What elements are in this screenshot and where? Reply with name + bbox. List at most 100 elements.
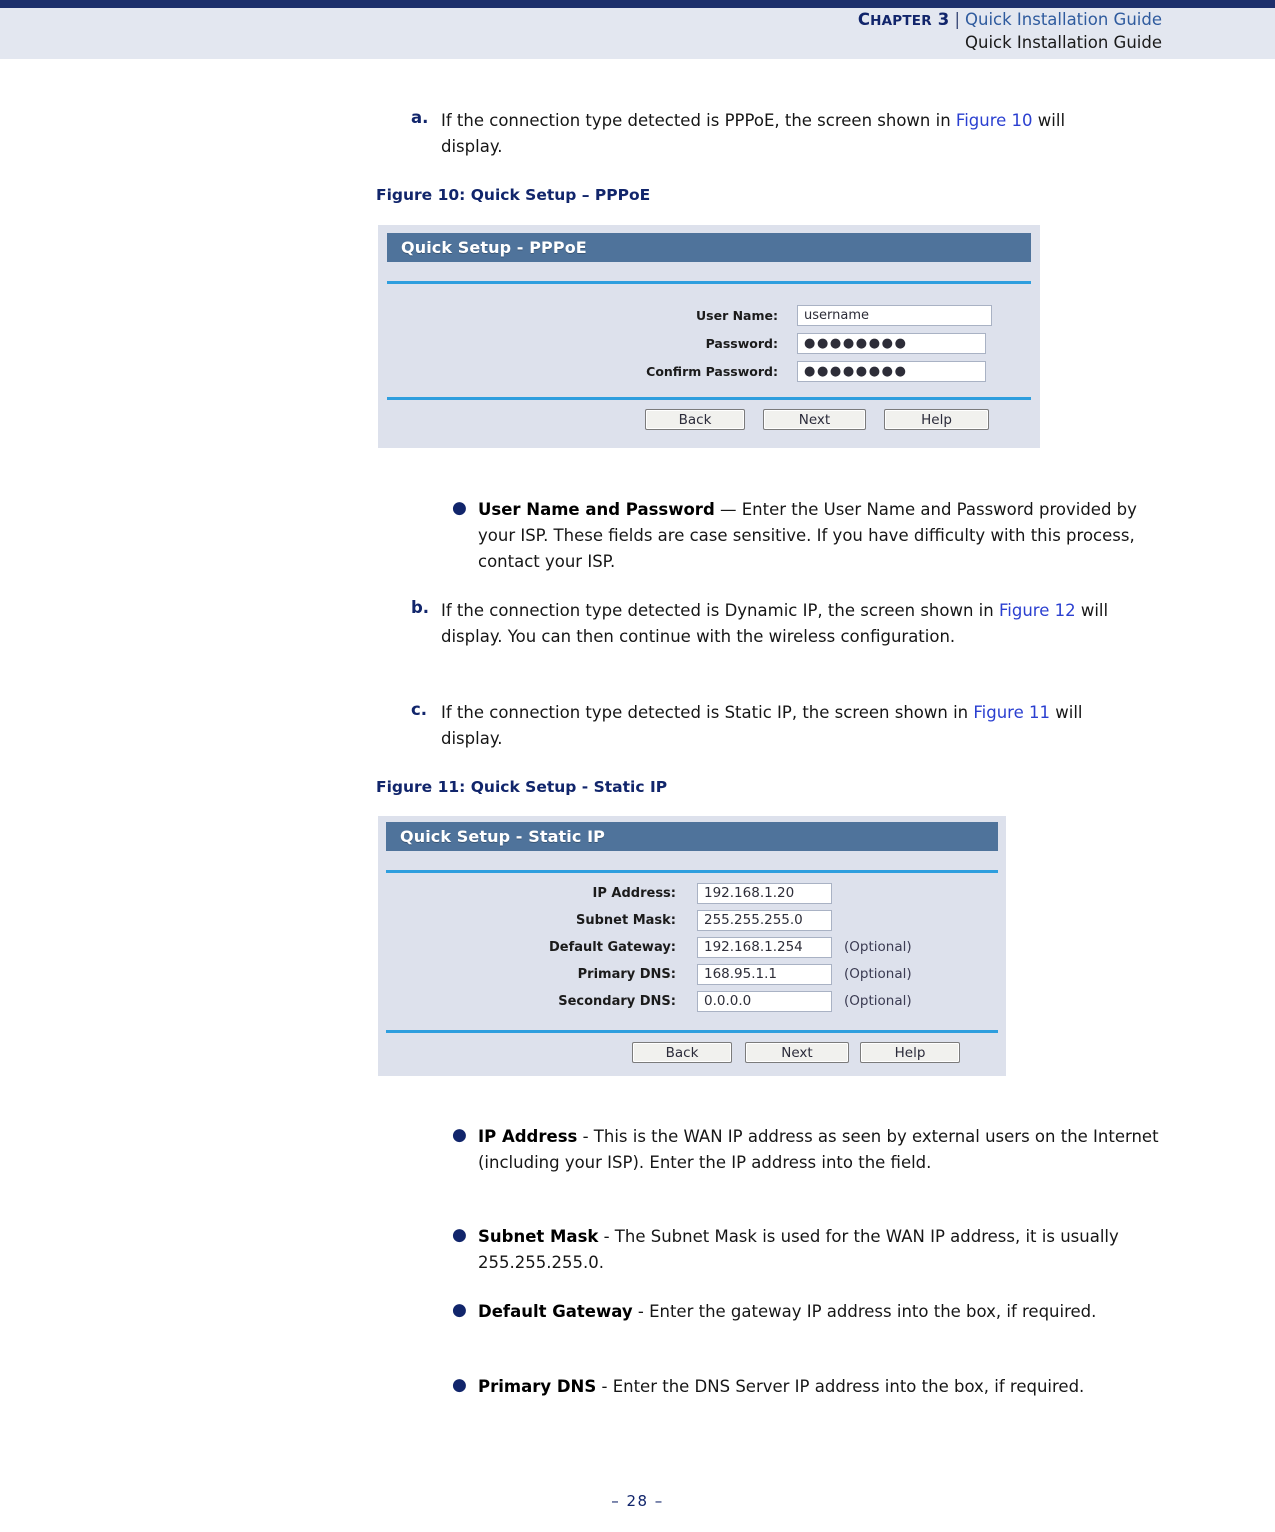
bullet-ip-address: ● IP Address - This is the WAN IP addres…	[452, 1124, 1167, 1176]
bullet-term: Primary DNS	[478, 1377, 597, 1396]
bullet-subnet-mask-text: Subnet Mask - The Subnet Mask is used fo…	[478, 1224, 1152, 1276]
staticip-field-row: Secondary DNS: 0.0.0.0 (Optional)	[508, 990, 988, 1012]
ip-address-input[interactable]: 192.168.1.20	[697, 882, 832, 904]
step-c-marker: c.	[411, 700, 428, 719]
step-b-marker: b.	[411, 598, 430, 617]
bullet-term: Subnet Mask	[478, 1227, 599, 1246]
pppoe-panel-titlebar: Quick Setup - PPPoE	[387, 233, 1031, 262]
pppoe-field-label: Password:	[705, 335, 778, 351]
pppoe-field-row: User Name: username	[628, 304, 1028, 326]
staticip-bottom-divider	[386, 1030, 998, 1033]
step-a-marker: a.	[411, 108, 429, 127]
back-button[interactable]: Back	[632, 1042, 732, 1063]
step-a: a. If the connection type detected is PP…	[411, 108, 1111, 160]
step-c-figure-link[interactable]: Figure 11	[973, 703, 1050, 722]
header-text-block: CHAPTER 3 | Quick Installation Guide Quick…	[858, 9, 1162, 54]
help-button[interactable]: Help	[884, 409, 989, 430]
page-footer: – 28 –	[611, 1492, 664, 1510]
secondary-dns-input[interactable]: 0.0.0.0	[697, 990, 832, 1012]
subnet-mask-input-value: 255.255.255.0	[704, 912, 803, 928]
password-input-value: ●●●●●●●●	[804, 335, 908, 351]
user-name-input[interactable]: username	[797, 304, 992, 326]
bullet-primary-dns-text: Primary DNS - Enter the DNS Server IP ad…	[478, 1374, 1084, 1400]
bullet-dot-icon: ●	[452, 1375, 467, 1395]
confirm-password-input[interactable]: ●●●●●●●●	[797, 360, 986, 382]
help-button[interactable]: Help	[860, 1042, 960, 1063]
staticip-field-label: Secondary DNS:	[558, 993, 676, 1009]
figure-10-screenshot: Quick Setup - PPPoE User Name: username …	[378, 225, 1040, 448]
next-button[interactable]: Next	[745, 1042, 849, 1063]
staticip-panel-title: Quick Setup - Static IP	[400, 827, 605, 846]
staticip-field-label: IP Address:	[592, 885, 676, 901]
header-running-title: Quick Installation Guide	[965, 32, 1162, 52]
password-input[interactable]: ●●●●●●●●	[797, 332, 986, 354]
figure-11-screenshot: Quick Setup - Static IP IP Address: 192.…	[378, 816, 1006, 1076]
step-c-body: If the connection type detected is Stati…	[441, 700, 1141, 752]
staticip-field-label: Default Gateway:	[548, 939, 676, 955]
step-b: b. If the connection type detected is Dy…	[411, 598, 1166, 650]
pppoe-field-label: User Name:	[696, 307, 778, 323]
staticip-field-label: Primary DNS:	[577, 966, 676, 982]
staticip-field-row: IP Address: 192.168.1.20	[508, 882, 988, 904]
pppoe-field-row: Confirm Password: ●●●●●●●●	[628, 360, 1028, 382]
step-a-figure-link[interactable]: Figure 10	[956, 111, 1033, 130]
ip-address-input-value: 192.168.1.20	[704, 885, 795, 901]
subnet-mask-input[interactable]: 255.255.255.0	[697, 909, 832, 931]
secondary-dns-input-value: 0.0.0.0	[704, 993, 752, 1009]
pppoe-panel-title: Quick Setup - PPPoE	[401, 238, 587, 257]
step-c: c. If the connection type detected is St…	[411, 700, 1141, 752]
bullet-dot-icon: ●	[452, 498, 467, 518]
staticip-field-row: Default Gateway: 192.168.1.254 (Optional…	[508, 936, 988, 958]
pppoe-field-row: Password: ●●●●●●●●	[628, 332, 1028, 354]
user-name-input-value: username	[804, 307, 869, 323]
step-b-body: If the connection type detected is Dynam…	[441, 598, 1166, 650]
bullet-term: User Name and Password	[478, 500, 715, 519]
header-guide-title: Quick Installation Guide	[965, 10, 1162, 29]
chapter-number: 3	[937, 10, 950, 29]
header-top-rule	[0, 0, 1275, 8]
default-gateway-input-value: 192.168.1.254	[704, 939, 803, 955]
bullet-term: IP Address	[478, 1127, 578, 1146]
staticip-button-row: Back Next Help	[632, 1042, 960, 1063]
staticip-field-row: Subnet Mask: 255.255.255.0	[508, 909, 988, 931]
primary-dns-input-value: 168.95.1.1	[704, 966, 777, 982]
bullet-body: - This is the WAN IP address as seen by …	[478, 1127, 1159, 1173]
bullet-body: - Enter the DNS Server IP address into t…	[596, 1377, 1085, 1396]
bullet-primary-dns: ● Primary DNS - Enter the DNS Server IP …	[452, 1374, 1167, 1400]
bullet-term: Default Gateway	[478, 1302, 633, 1321]
step-a-text-1: If the connection type detected is PPPoE…	[441, 111, 956, 130]
figure-10-caption: Figure 10: Quick Setup – PPPoE	[376, 186, 651, 204]
staticip-field-row: Primary DNS: 168.95.1.1 (Optional)	[508, 963, 988, 985]
bullet-subnet-mask: ● Subnet Mask - The Subnet Mask is used …	[452, 1224, 1152, 1276]
primary-dns-input[interactable]: 168.95.1.1	[697, 963, 832, 985]
step-a-body: If the connection type detected is PPPoE…	[441, 108, 1111, 160]
step-c-text-1: If the connection type detected is Stati…	[441, 703, 974, 722]
bullet-dot-icon: ●	[452, 1225, 467, 1245]
next-button[interactable]: Next	[763, 409, 866, 430]
pppoe-field-label: Confirm Password:	[646, 363, 778, 379]
bullet-dot-icon: ●	[452, 1300, 467, 1320]
page-header: CHAPTER 3 | Quick Installation Guide Quick…	[0, 0, 1275, 59]
default-gateway-input[interactable]: 192.168.1.254	[697, 936, 832, 958]
default-gateway-optional-note: (Optional)	[844, 939, 912, 955]
bullet-default-gateway-text: Default Gateway - Enter the gateway IP a…	[478, 1299, 1096, 1325]
bullet-ip-address-text: IP Address - This is the WAN IP address …	[478, 1124, 1167, 1176]
step-b-figure-link[interactable]: Figure 12	[999, 601, 1076, 620]
staticip-field-label: Subnet Mask:	[575, 912, 676, 928]
header-chapter-line: CHAPTER 3 | Quick Installation Guide	[858, 9, 1162, 31]
step-b-text-1: If the connection type detected is Dynam…	[441, 601, 999, 620]
pppoe-bottom-divider	[387, 397, 1031, 400]
staticip-top-divider	[386, 870, 998, 873]
bullet-dot-icon: ●	[452, 1125, 467, 1145]
secondary-dns-optional-note: (Optional)	[844, 993, 912, 1009]
bullet-body: - Enter the gateway IP address into the …	[632, 1302, 1097, 1321]
figure-11-caption: Figure 11: Quick Setup - Static IP	[376, 778, 668, 796]
pppoe-button-row: Back Next Help	[645, 409, 989, 430]
back-button[interactable]: Back	[645, 409, 745, 430]
primary-dns-optional-note: (Optional)	[844, 966, 912, 982]
staticip-panel-titlebar: Quick Setup - Static IP	[386, 822, 998, 851]
bullet-user-name-password: ● User Name and Password — Enter the Use…	[452, 497, 1167, 575]
bullet-default-gateway: ● Default Gateway - Enter the gateway IP…	[452, 1299, 1167, 1325]
confirm-password-input-value: ●●●●●●●●	[804, 363, 908, 379]
chapter-label: CHAPTER 3	[857, 10, 950, 29]
